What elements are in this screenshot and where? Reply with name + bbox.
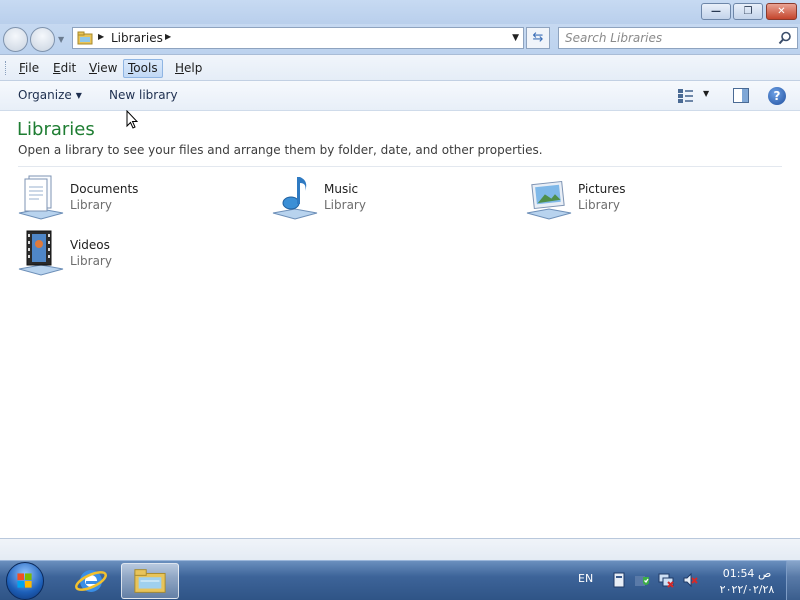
network-icon[interactable]	[658, 572, 674, 588]
libraries-folder-icon	[77, 31, 93, 45]
library-item-documents[interactable]: Documents Library	[17, 173, 257, 225]
windows-explorer-icon	[134, 569, 166, 593]
page-title: Libraries	[17, 119, 95, 140]
mouse-cursor-icon	[126, 110, 138, 129]
taskbar-internet-explorer[interactable]	[62, 563, 120, 599]
maximize-button[interactable]: ❐	[733, 3, 763, 20]
close-button[interactable]: ✕	[766, 3, 797, 20]
clock-date[interactable]: ٢٠٢٢/٠٢/٢٨	[712, 583, 782, 596]
help-icon[interactable]: ?	[768, 87, 786, 105]
show-desktop-button[interactable]	[786, 561, 800, 600]
maximize-icon: ❐	[743, 6, 753, 17]
internet-explorer-icon	[75, 570, 107, 592]
back-button[interactable]	[3, 27, 28, 52]
library-type: Library	[578, 198, 620, 212]
refresh-icon: ⇆	[532, 30, 544, 45]
title-bar: — ❐ ✕	[0, 0, 800, 24]
menu-help[interactable]: Help	[171, 59, 206, 78]
forward-button[interactable]	[30, 27, 55, 52]
library-name: Videos	[70, 238, 110, 252]
library-type: Library	[70, 254, 112, 268]
change-view-icon[interactable]	[678, 89, 694, 103]
breadcrumb-libraries[interactable]: Libraries	[111, 31, 163, 45]
library-name: Music	[324, 182, 359, 196]
organize-button[interactable]: Organize ▼	[18, 88, 82, 102]
windows-logo-icon	[17, 573, 32, 588]
menu-tools[interactable]: Tools	[123, 59, 163, 78]
language-indicator[interactable]: EN	[578, 572, 593, 585]
menu-bar: File Edit View Tools Help	[0, 54, 800, 81]
taskbar-windows-explorer[interactable]	[121, 563, 179, 599]
command-bar: Organize ▼ New library ▼ ?	[0, 81, 800, 111]
start-button[interactable]	[6, 562, 44, 600]
navigation-bar: ▼ ▶ Libraries ▶ ▼ ⇆	[0, 24, 800, 54]
volume-muted-icon[interactable]	[682, 572, 698, 588]
breadcrumb-separator-icon[interactable]: ▶	[98, 32, 104, 41]
page-description: Open a library to see your files and arr…	[18, 143, 543, 157]
chevron-down-icon: ▼	[75, 91, 82, 100]
library-item-videos[interactable]: Videos Library	[17, 229, 257, 281]
music-library-icon	[272, 177, 318, 220]
menu-edit[interactable]: Edit	[49, 59, 80, 78]
library-type: Library	[324, 198, 366, 212]
security-shield-icon[interactable]	[634, 572, 650, 588]
taskbar: EN 01:54 ص ٢٠٢٢/٠٢/٢٨	[0, 560, 800, 600]
videos-library-icon	[18, 230, 64, 276]
minimize-icon: —	[711, 6, 721, 17]
address-bar[interactable]: ▶ Libraries ▶ ▼	[72, 27, 524, 49]
search-input[interactable]	[565, 30, 770, 46]
divider	[18, 166, 782, 167]
library-name: Pictures	[578, 182, 626, 196]
search-icon[interactable]	[778, 31, 792, 45]
view-options-dropdown-icon[interactable]: ▼	[703, 89, 709, 98]
new-library-button[interactable]: New library	[109, 88, 178, 102]
search-box[interactable]	[558, 27, 798, 49]
close-icon: ✕	[777, 6, 786, 17]
menu-grip	[5, 61, 8, 75]
action-center-icon[interactable]	[611, 572, 627, 588]
library-item-music[interactable]: Music Library	[271, 173, 511, 225]
address-history-dropdown-icon[interactable]: ▼	[512, 33, 519, 43]
status-bar	[0, 538, 800, 560]
recent-pages-dropdown-icon[interactable]: ▼	[58, 35, 64, 44]
clock-time[interactable]: 01:54 ص	[722, 567, 772, 580]
menu-file[interactable]: File	[15, 59, 43, 78]
library-type: Library	[70, 198, 112, 212]
documents-library-icon	[18, 175, 64, 220]
refresh-button[interactable]: ⇆	[526, 27, 550, 49]
content-pane: Libraries Open a library to see your fil…	[0, 110, 800, 538]
library-name: Documents	[70, 182, 139, 196]
preview-pane-icon[interactable]	[733, 88, 749, 103]
pictures-library-icon	[526, 180, 572, 220]
library-item-pictures[interactable]: Pictures Library	[525, 173, 765, 225]
minimize-button[interactable]: —	[701, 3, 731, 20]
menu-view[interactable]: View	[85, 59, 121, 78]
breadcrumb-chevron-icon[interactable]: ▶	[165, 32, 171, 41]
